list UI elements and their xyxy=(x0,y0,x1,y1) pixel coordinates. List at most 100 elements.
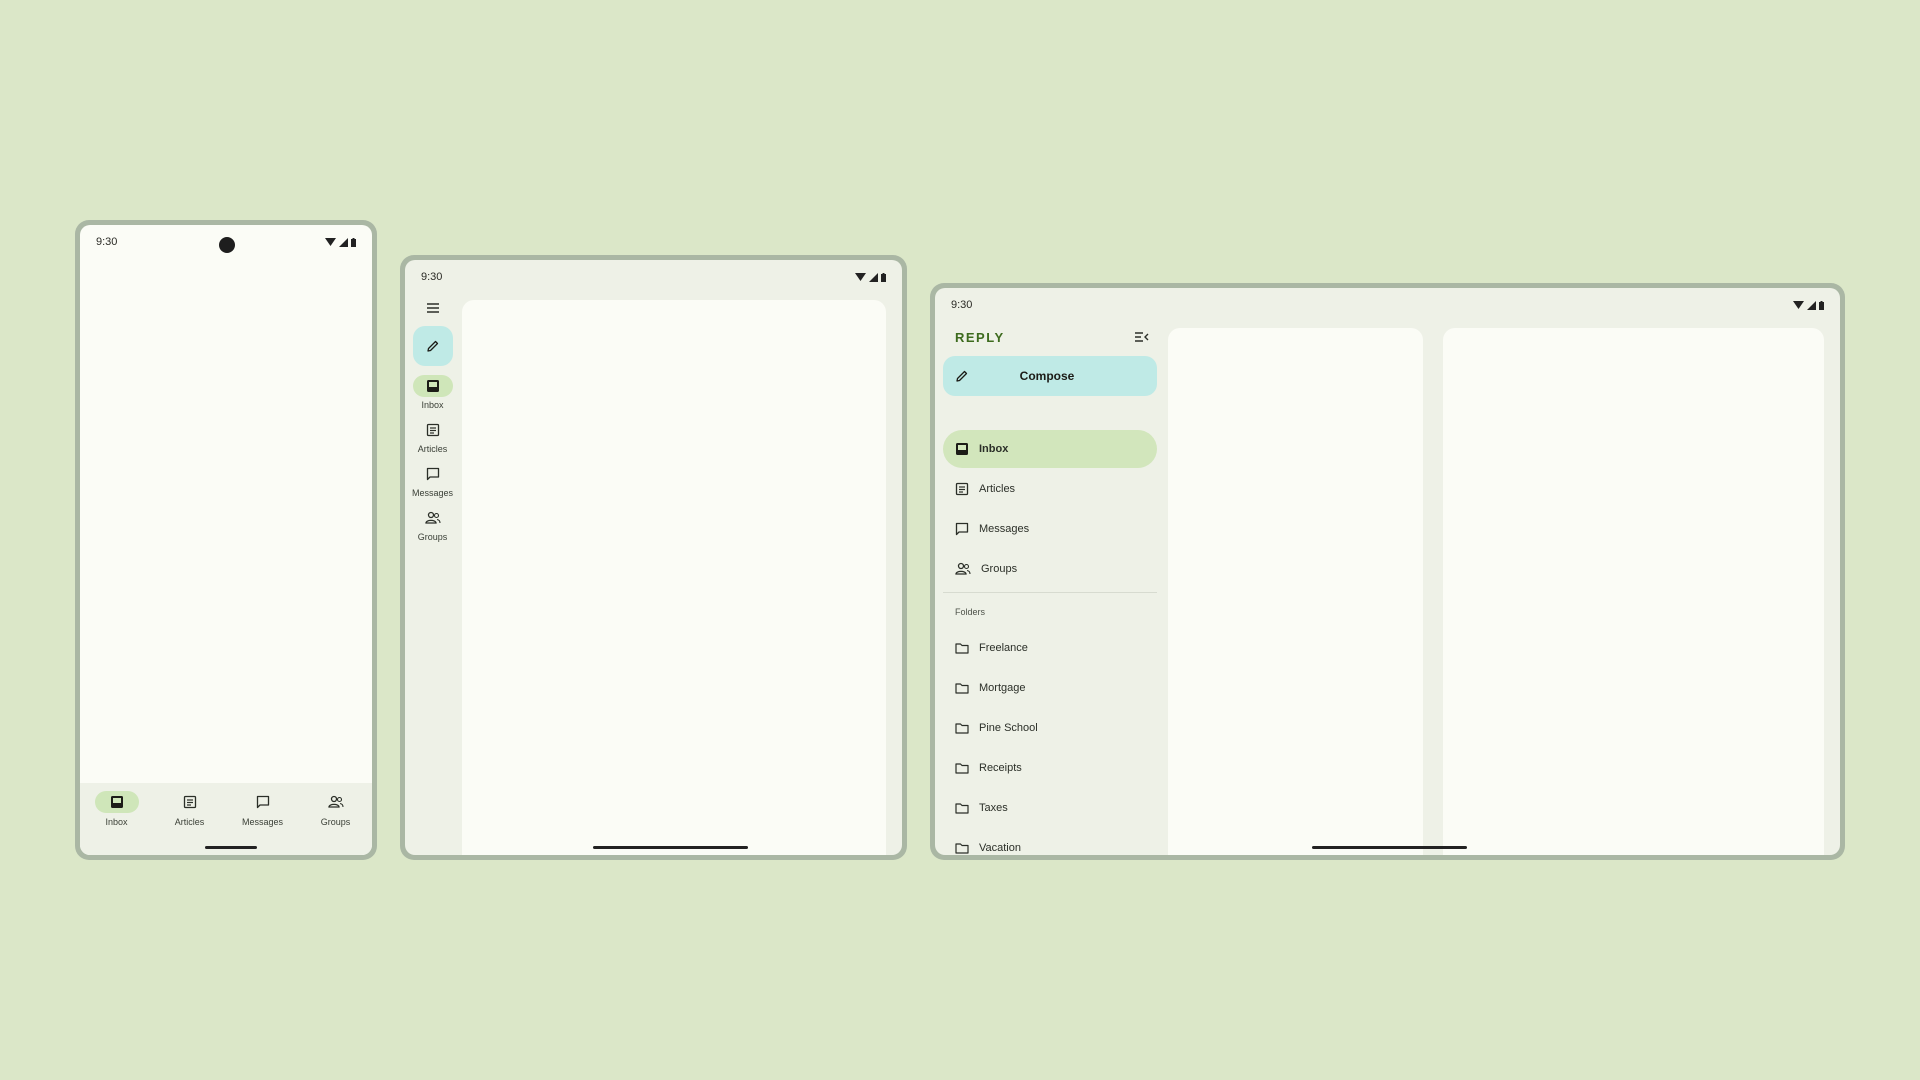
chat-icon xyxy=(256,795,269,809)
drawer-item-label: Articles xyxy=(979,483,1016,495)
folder-icon xyxy=(955,683,969,694)
rail-item-groups[interactable]: Groups xyxy=(413,507,453,542)
menu-icon xyxy=(426,303,439,313)
article-icon xyxy=(183,795,196,809)
drawer-item-label: Groups xyxy=(981,563,1018,575)
bottom-nav-label: Inbox xyxy=(105,817,128,827)
folder-item[interactable]: Mortgage xyxy=(943,669,1157,707)
drawer-item-messages[interactable]: Messages xyxy=(943,510,1157,548)
desktop-device: 9:30 REPLY Compose Inbox Articles Messag… xyxy=(930,283,1845,860)
navigation-drawer: REPLY Compose Inbox Articles Messages Gr… xyxy=(935,322,1165,855)
rail-label: Inbox xyxy=(421,400,444,410)
folder-item[interactable]: Pine School xyxy=(943,709,1157,747)
pencil-icon xyxy=(956,370,968,382)
folder-icon xyxy=(955,643,969,654)
gesture-handle xyxy=(1312,846,1467,849)
list-pane xyxy=(1168,328,1423,855)
wifi-icon xyxy=(325,237,336,246)
folder-label: Receipts xyxy=(979,762,1022,774)
collapse-drawer-button[interactable] xyxy=(1134,331,1149,343)
wifi-icon xyxy=(855,272,866,281)
compose-button[interactable]: Compose xyxy=(943,356,1157,396)
folder-icon xyxy=(955,763,969,774)
phone-device: 9:30 Inbox Articles Messages Groups xyxy=(75,220,377,860)
drawer-item-groups[interactable]: Groups xyxy=(943,550,1157,588)
bottom-nav-label: Messages xyxy=(241,817,284,827)
folder-icon xyxy=(955,843,969,854)
nav-icon-wrap xyxy=(241,791,285,813)
wifi-icon xyxy=(1793,300,1804,309)
inbox-icon xyxy=(426,380,439,392)
folder-item[interactable]: Freelance xyxy=(943,629,1157,667)
status-time: 9:30 xyxy=(951,299,973,311)
chat-icon xyxy=(955,522,969,536)
bottom-navigation: Inbox Articles Messages Groups xyxy=(80,783,372,855)
folder-label: Mortgage xyxy=(979,682,1026,694)
battery-icon xyxy=(351,237,356,247)
folder-item[interactable]: Receipts xyxy=(943,749,1157,787)
signal-icon xyxy=(869,272,878,282)
folder-icon xyxy=(955,803,969,814)
bottom-nav-label: Articles xyxy=(174,817,205,827)
divider xyxy=(943,592,1157,593)
rail-label: Articles xyxy=(417,444,448,454)
rail-label: Messages xyxy=(411,488,454,498)
tablet-device: 9:30 Inbox Articles Messages Groups xyxy=(400,255,907,860)
drawer-item-label: Messages xyxy=(979,523,1030,535)
folder-item[interactable]: Vacation xyxy=(943,829,1157,855)
gesture-handle xyxy=(205,846,257,849)
pencil-icon xyxy=(426,340,438,352)
drawer-nav-list: Inbox Articles Messages Groups Folders F… xyxy=(943,430,1157,855)
rail-item-inbox[interactable]: Inbox xyxy=(412,375,453,410)
status-bar: 9:30 xyxy=(935,288,1840,322)
drawer-item-articles[interactable]: Articles xyxy=(943,470,1157,508)
folder-item[interactable]: Taxes xyxy=(943,789,1157,827)
folder-icon xyxy=(955,723,969,734)
inbox-icon xyxy=(110,796,123,808)
compose-fab[interactable] xyxy=(412,326,453,366)
active-indicator xyxy=(94,791,139,813)
gesture-handle xyxy=(593,846,748,849)
active-indicator xyxy=(412,375,453,397)
bottom-nav-groups[interactable]: Groups xyxy=(306,791,366,855)
status-icons xyxy=(855,272,886,282)
folder-label: Vacation xyxy=(979,842,1021,854)
folder-label: Taxes xyxy=(979,802,1008,814)
drawer-item-inbox[interactable]: Inbox xyxy=(943,430,1157,468)
navigation-rail: Inbox Articles Messages Groups xyxy=(405,294,460,855)
drawer-header: REPLY xyxy=(943,322,1157,352)
camera-cutout xyxy=(219,237,235,253)
nav-icon-wrap xyxy=(168,791,212,813)
desktop-screen: 9:30 REPLY Compose Inbox Articles Messag… xyxy=(935,288,1840,855)
status-bar: 9:30 xyxy=(405,260,902,294)
groups-icon xyxy=(424,511,441,524)
nav-icon-wrap xyxy=(413,463,453,485)
status-icons xyxy=(325,237,356,247)
bottom-nav-label: Groups xyxy=(320,817,351,827)
rail-item-messages[interactable]: Messages xyxy=(412,463,453,498)
folder-label: Pine School xyxy=(979,722,1038,734)
groups-icon xyxy=(955,562,971,575)
compose-label: Compose xyxy=(1019,369,1075,383)
signal-icon xyxy=(1807,300,1816,310)
chat-icon xyxy=(426,467,439,481)
folder-label: Freelance xyxy=(979,642,1028,654)
detail-pane xyxy=(1443,328,1824,855)
content-pane xyxy=(462,300,886,855)
rail-item-articles[interactable]: Articles xyxy=(413,419,453,454)
nav-icon-wrap xyxy=(413,507,453,529)
nav-icon-wrap xyxy=(314,791,358,813)
status-time: 9:30 xyxy=(96,236,118,248)
phone-screen: 9:30 Inbox Articles Messages Groups xyxy=(80,225,372,855)
battery-icon xyxy=(881,272,886,282)
signal-icon xyxy=(339,237,348,247)
folders-heading: Folders xyxy=(955,607,986,617)
menu-button[interactable] xyxy=(426,302,440,314)
nav-icon-wrap xyxy=(413,419,453,441)
drawer-item-label: Inbox xyxy=(979,443,1009,455)
menu-open-icon xyxy=(1135,332,1149,342)
battery-icon xyxy=(1819,300,1824,310)
tablet-screen: 9:30 Inbox Articles Messages Groups xyxy=(405,260,902,855)
bottom-nav-inbox[interactable]: Inbox xyxy=(87,791,147,855)
app-brand: REPLY xyxy=(955,329,1005,345)
